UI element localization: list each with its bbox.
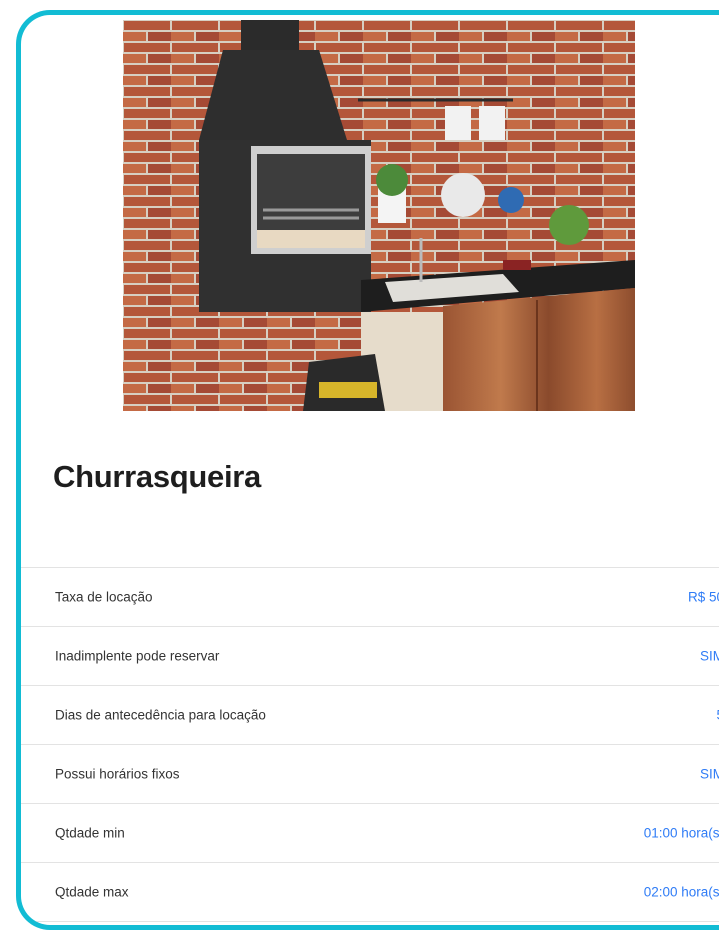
detail-value: 02:00 hora(s) [643, 884, 719, 900]
churrasqueira-photo [123, 20, 635, 411]
detail-value: R$ 50 [687, 589, 719, 605]
card-frame: Churrasqueira Taxa de locação R$ 50 Inad… [16, 10, 719, 930]
detail-row-inadimplente: Inadimplente pode reservar SIM [21, 627, 719, 686]
detail-label: Taxa de locação [55, 589, 153, 605]
detail-row-taxa-locacao: Taxa de locação R$ 50 [21, 568, 719, 627]
details-list: Taxa de locação R$ 50 Inadimplente pode … [21, 567, 719, 922]
detail-row-dias-antecedencia: Dias de antecedência para locação 5 [21, 686, 719, 745]
detail-label: Qtdade max [55, 884, 129, 900]
detail-row-qtdade-min: Qtdade min 01:00 hora(s) [21, 804, 719, 863]
detail-label: Possui horários fixos [55, 766, 180, 782]
detail-value: SIM [699, 648, 719, 664]
detail-label: Qtdade min [55, 825, 125, 841]
detail-label: Dias de antecedência para locação [55, 707, 266, 723]
detail-value: 01:00 hora(s) [643, 825, 719, 841]
page-title: Churrasqueira [53, 459, 261, 494]
detail-row-horarios-fixos: Possui horários fixos SIM [21, 745, 719, 804]
detail-value: SIM [699, 766, 719, 782]
detail-label: Inadimplente pode reservar [55, 648, 220, 664]
detail-row-qtdade-max: Qtdade max 02:00 hora(s) [21, 863, 719, 922]
